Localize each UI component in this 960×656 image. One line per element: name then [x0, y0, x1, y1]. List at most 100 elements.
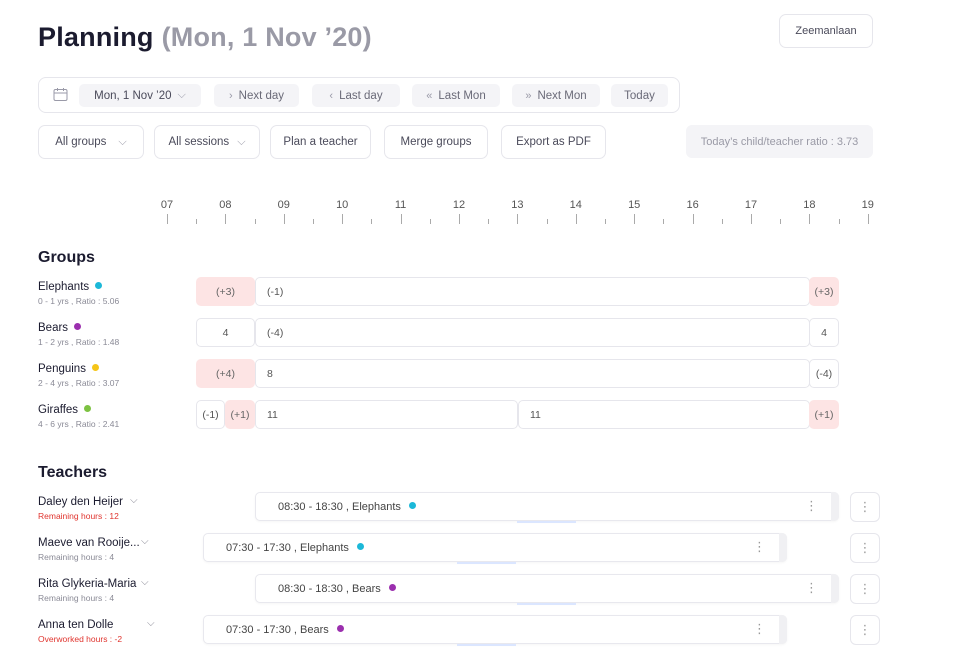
hour-label: 15	[628, 199, 641, 211]
half-hour-tick	[371, 219, 373, 224]
group-color-dot	[336, 625, 344, 632]
double-chevron-right-icon: »	[525, 89, 532, 102]
last-day-button[interactable]: ‹ Last day	[312, 84, 400, 107]
groups-section-title: Groups	[38, 249, 95, 266]
chevron-right-icon: ›	[228, 89, 233, 102]
hour-tick	[751, 214, 752, 224]
last-mon-button[interactable]: « Last Mon	[412, 84, 500, 107]
group-info: 4 - 6 yrs , Ratio : 2.41	[38, 419, 120, 429]
group-session-bar[interactable]: (+3)	[196, 277, 255, 306]
group-session-bar[interactable]: 4	[196, 318, 255, 347]
half-hour-tick	[721, 219, 723, 224]
resize-handle[interactable]	[831, 574, 839, 603]
plan-teacher-button[interactable]: Plan a teacher	[270, 125, 371, 159]
teacher-shift-bar[interactable]: 08:30 - 18:30 , Elephants ⋮	[255, 492, 839, 521]
export-pdf-button[interactable]: Export as PDF	[501, 125, 606, 159]
more-options-icon: ⋮	[858, 622, 872, 637]
row-actions-button[interactable]: ⋮	[850, 615, 880, 645]
next-day-button[interactable]: › Next day	[214, 84, 299, 107]
group-session-bar[interactable]: (-1)	[196, 400, 225, 429]
merge-groups-button[interactable]: Merge groups	[384, 125, 488, 159]
teacher-shift-bar[interactable]: 08:30 - 18:30 , Bears ⋮	[255, 574, 839, 603]
calendar-icon[interactable]	[53, 87, 68, 107]
more-options-icon[interactable]: ⋮	[805, 580, 818, 596]
resize-handle[interactable]	[779, 533, 787, 562]
sessions-select-value: All sessions	[168, 136, 230, 148]
hour-label: 09	[277, 199, 290, 211]
chevron-down-icon[interactable]: ⌵	[141, 536, 149, 547]
sessions-select[interactable]: All sessions ⌵	[154, 125, 260, 159]
teacher-shift-bar[interactable]: 07:30 - 17:30 , Bears ⋮	[203, 615, 787, 644]
group-session-bar[interactable]: (+4)	[196, 359, 255, 388]
hour-tick	[342, 214, 344, 224]
resize-handle[interactable]	[779, 615, 787, 644]
teachers-section-title: Teachers	[38, 464, 108, 481]
group-name-label: Elephants	[38, 281, 90, 293]
group-name-label: Penguins	[38, 363, 86, 375]
more-options-icon[interactable]: ⋮	[805, 498, 818, 514]
hour-label: 14	[569, 199, 582, 211]
chevron-down-icon[interactable]: ⌵	[141, 577, 149, 588]
half-hour-tick	[488, 219, 490, 224]
teacher-name[interactable]: Rita Glykeria-Maria	[38, 578, 136, 590]
group-name-giraffes: Giraffes	[38, 404, 92, 416]
group-color-dot	[74, 323, 82, 331]
row-actions-button[interactable]: ⋮	[850, 533, 880, 563]
resize-handle[interactable]	[831, 492, 839, 521]
hour-label: 16	[686, 199, 699, 211]
group-session-bar[interactable]: 11	[255, 400, 518, 429]
group-name-penguins: Penguins	[38, 363, 99, 375]
group-name-elephants: Elephants	[38, 281, 103, 293]
chevron-down-icon: ⌵	[177, 89, 186, 101]
groups-select-value: All groups	[55, 136, 107, 148]
today-label: Today	[624, 89, 655, 102]
group-session-bar[interactable]: (+3)	[809, 277, 839, 306]
more-options-icon[interactable]: ⋮	[753, 539, 766, 555]
group-info: 0 - 1 yrs , Ratio : 5.06	[38, 296, 120, 306]
date-navigation-bar: Mon, 1 Nov ’20 ⌵ › Next day ‹ Last day «…	[38, 77, 680, 113]
group-session-bar[interactable]: (-1)	[255, 277, 810, 306]
group-name-label: Bears	[38, 322, 69, 334]
group-session-bar[interactable]: 4	[809, 318, 839, 347]
chevron-down-icon[interactable]: ⌵	[147, 618, 155, 629]
next-mon-button[interactable]: » Next Mon	[512, 84, 600, 107]
row-actions-button[interactable]: ⋮	[850, 574, 880, 604]
date-select[interactable]: Mon, 1 Nov ’20 ⌵	[79, 84, 201, 107]
chevron-down-icon[interactable]: ⌵	[130, 495, 138, 506]
group-name-label: Giraffes	[38, 404, 79, 416]
half-hour-tick	[780, 219, 782, 224]
group-session-bar[interactable]: (-4)	[255, 318, 810, 347]
teacher-shift-bar[interactable]: 07:30 - 17:30 , Elephants ⋮	[203, 533, 787, 562]
shift-label: 07:30 - 17:30 , Elephants	[226, 541, 349, 554]
hour-label: 10	[336, 199, 349, 211]
teacher-hours: Remaining hours : 4	[38, 552, 115, 562]
today-button[interactable]: Today	[611, 84, 668, 107]
hour-label: 17	[744, 199, 758, 211]
location-button[interactable]: Zeemanlaan	[779, 14, 873, 48]
double-chevron-left-icon: «	[426, 89, 433, 102]
shift-label: 07:30 - 17:30 , Bears	[226, 623, 329, 636]
group-session-bar[interactable]: 8	[255, 359, 810, 388]
group-session-bar[interactable]: (+1)	[809, 400, 839, 429]
group-session-bar[interactable]: (+1)	[225, 400, 255, 429]
group-color-dot	[408, 502, 416, 509]
teacher-name[interactable]: Maeve van Rooije...	[38, 537, 140, 549]
group-name-bears: Bears	[38, 322, 82, 334]
page-subtitle: (Mon, 1 Nov ’20)	[161, 22, 372, 52]
more-options-icon: ⋮	[858, 540, 872, 555]
shift-label: 08:30 - 18:30 , Bears	[278, 582, 381, 595]
group-session-bar[interactable]: 11	[518, 400, 810, 429]
hour-tick	[867, 214, 869, 224]
teacher-name[interactable]: Daley den Heijer	[38, 496, 123, 508]
group-session-bar[interactable]: (-4)	[809, 359, 839, 388]
hour-label: 12	[452, 199, 466, 211]
row-actions-button[interactable]: ⋮	[850, 492, 880, 522]
groups-select[interactable]: All groups ⌵	[38, 125, 144, 159]
shift-label: 08:30 - 18:30 , Elephants	[278, 500, 401, 513]
ratio-badge: Today’s child/teacher ratio : 3.73	[686, 125, 873, 158]
half-hour-tick	[605, 219, 606, 224]
hour-tick	[459, 214, 460, 224]
more-options-icon[interactable]: ⋮	[753, 621, 766, 637]
teacher-name[interactable]: Anna ten Dolle	[38, 619, 113, 631]
teacher-hours: Remaining hours : 12	[38, 511, 119, 521]
